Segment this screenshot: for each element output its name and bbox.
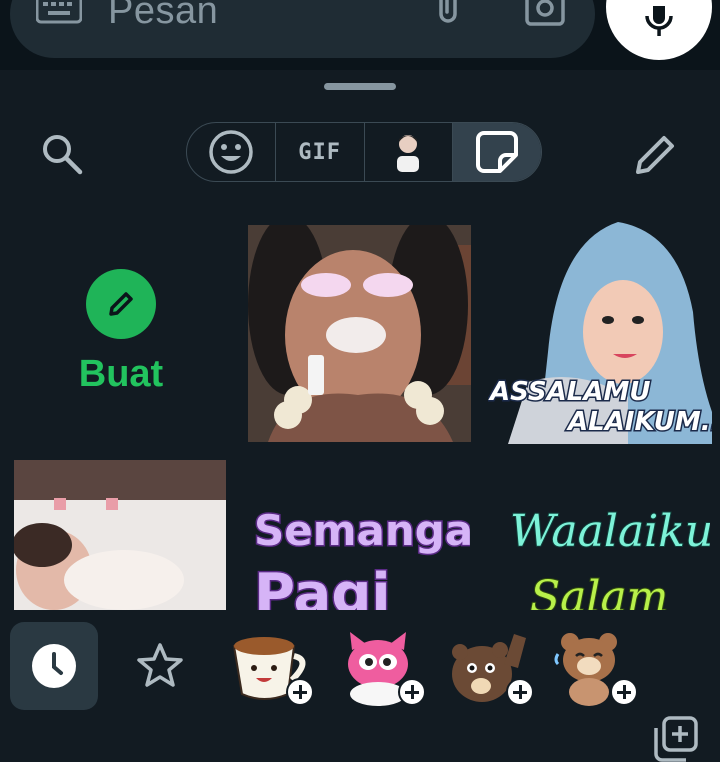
composer-area: Pesan <box>0 0 720 70</box>
sticker-text-line1: Semangat <box>254 506 470 555</box>
paperclip-icon[interactable] <box>433 0 463 28</box>
sticker-text-line2: Salam <box>530 572 668 610</box>
tab-gif[interactable]: GIF <box>276 123 365 181</box>
sticker-image <box>248 225 471 442</box>
microphone-icon <box>645 6 673 36</box>
sticker-pack-pink-cat[interactable] <box>340 624 426 708</box>
keyboard-icon[interactable] <box>36 0 82 24</box>
add-icon <box>610 678 638 706</box>
sticker-pack-small-bear[interactable] <box>552 624 638 708</box>
star-icon[interactable] <box>136 642 184 688</box>
add-sticker-pack-icon[interactable] <box>652 716 698 762</box>
clock-icon <box>32 644 76 688</box>
sticker-category-bar <box>0 610 720 762</box>
tab-avatar[interactable] <box>365 123 454 181</box>
sticker-semangat[interactable]: Semangat Pagi <box>250 475 471 611</box>
sticker-girl-face[interactable] <box>248 225 471 442</box>
drag-handle[interactable] <box>324 83 396 90</box>
sticker-waalaikum[interactable]: Waalaikum Salam <box>490 462 710 610</box>
sticker-image <box>14 460 226 610</box>
gif-label: GIF <box>298 139 341 165</box>
sticker-baby[interactable] <box>14 460 226 610</box>
avatar-icon <box>397 135 420 172</box>
sticker-icon <box>476 131 519 173</box>
tab-sticker[interactable] <box>453 123 541 181</box>
sticker-text-line2: ALAIKUM.. <box>566 407 712 437</box>
recent-stickers-button[interactable] <box>10 622 98 710</box>
sticker-assalamu[interactable]: ASSALAMU ALAIKUM.. <box>488 222 712 444</box>
message-placeholder: Pesan <box>108 0 219 32</box>
sticker-image: Semangat Pagi <box>253 505 471 611</box>
create-label: Buat <box>78 353 164 395</box>
message-input[interactable]: Pesan <box>10 0 595 58</box>
search-icon[interactable] <box>40 132 84 176</box>
emoji-icon <box>209 130 253 174</box>
create-sticker-button[interactable]: Buat <box>30 225 210 435</box>
add-icon <box>398 678 426 706</box>
sticker-pack-bear[interactable] <box>448 624 534 708</box>
pencil-icon <box>109 292 133 316</box>
create-circle <box>86 269 156 339</box>
sticker-text-line2: Pagi <box>254 562 391 610</box>
sticker-image: Waalaikum Salam <box>509 505 710 610</box>
sticker-text-line1: ASSALAMU <box>488 377 650 407</box>
camera-icon[interactable] <box>525 0 565 28</box>
add-icon <box>286 678 314 706</box>
sticker-text-line1: Waalaikum <box>510 506 710 557</box>
panel-tabs: GIF <box>186 122 542 182</box>
sticker-pack-coffee[interactable] <box>228 624 314 708</box>
voice-record-button[interactable] <box>606 0 712 60</box>
sticker-panel: GIF Buat ASSALAMU ALAIKUM.. Semangat Pag… <box>0 70 720 762</box>
pencil-icon[interactable] <box>632 132 678 178</box>
tab-emoji[interactable] <box>187 123 276 181</box>
add-icon <box>506 678 534 706</box>
sticker-image: ASSALAMU ALAIKUM.. <box>488 222 712 444</box>
